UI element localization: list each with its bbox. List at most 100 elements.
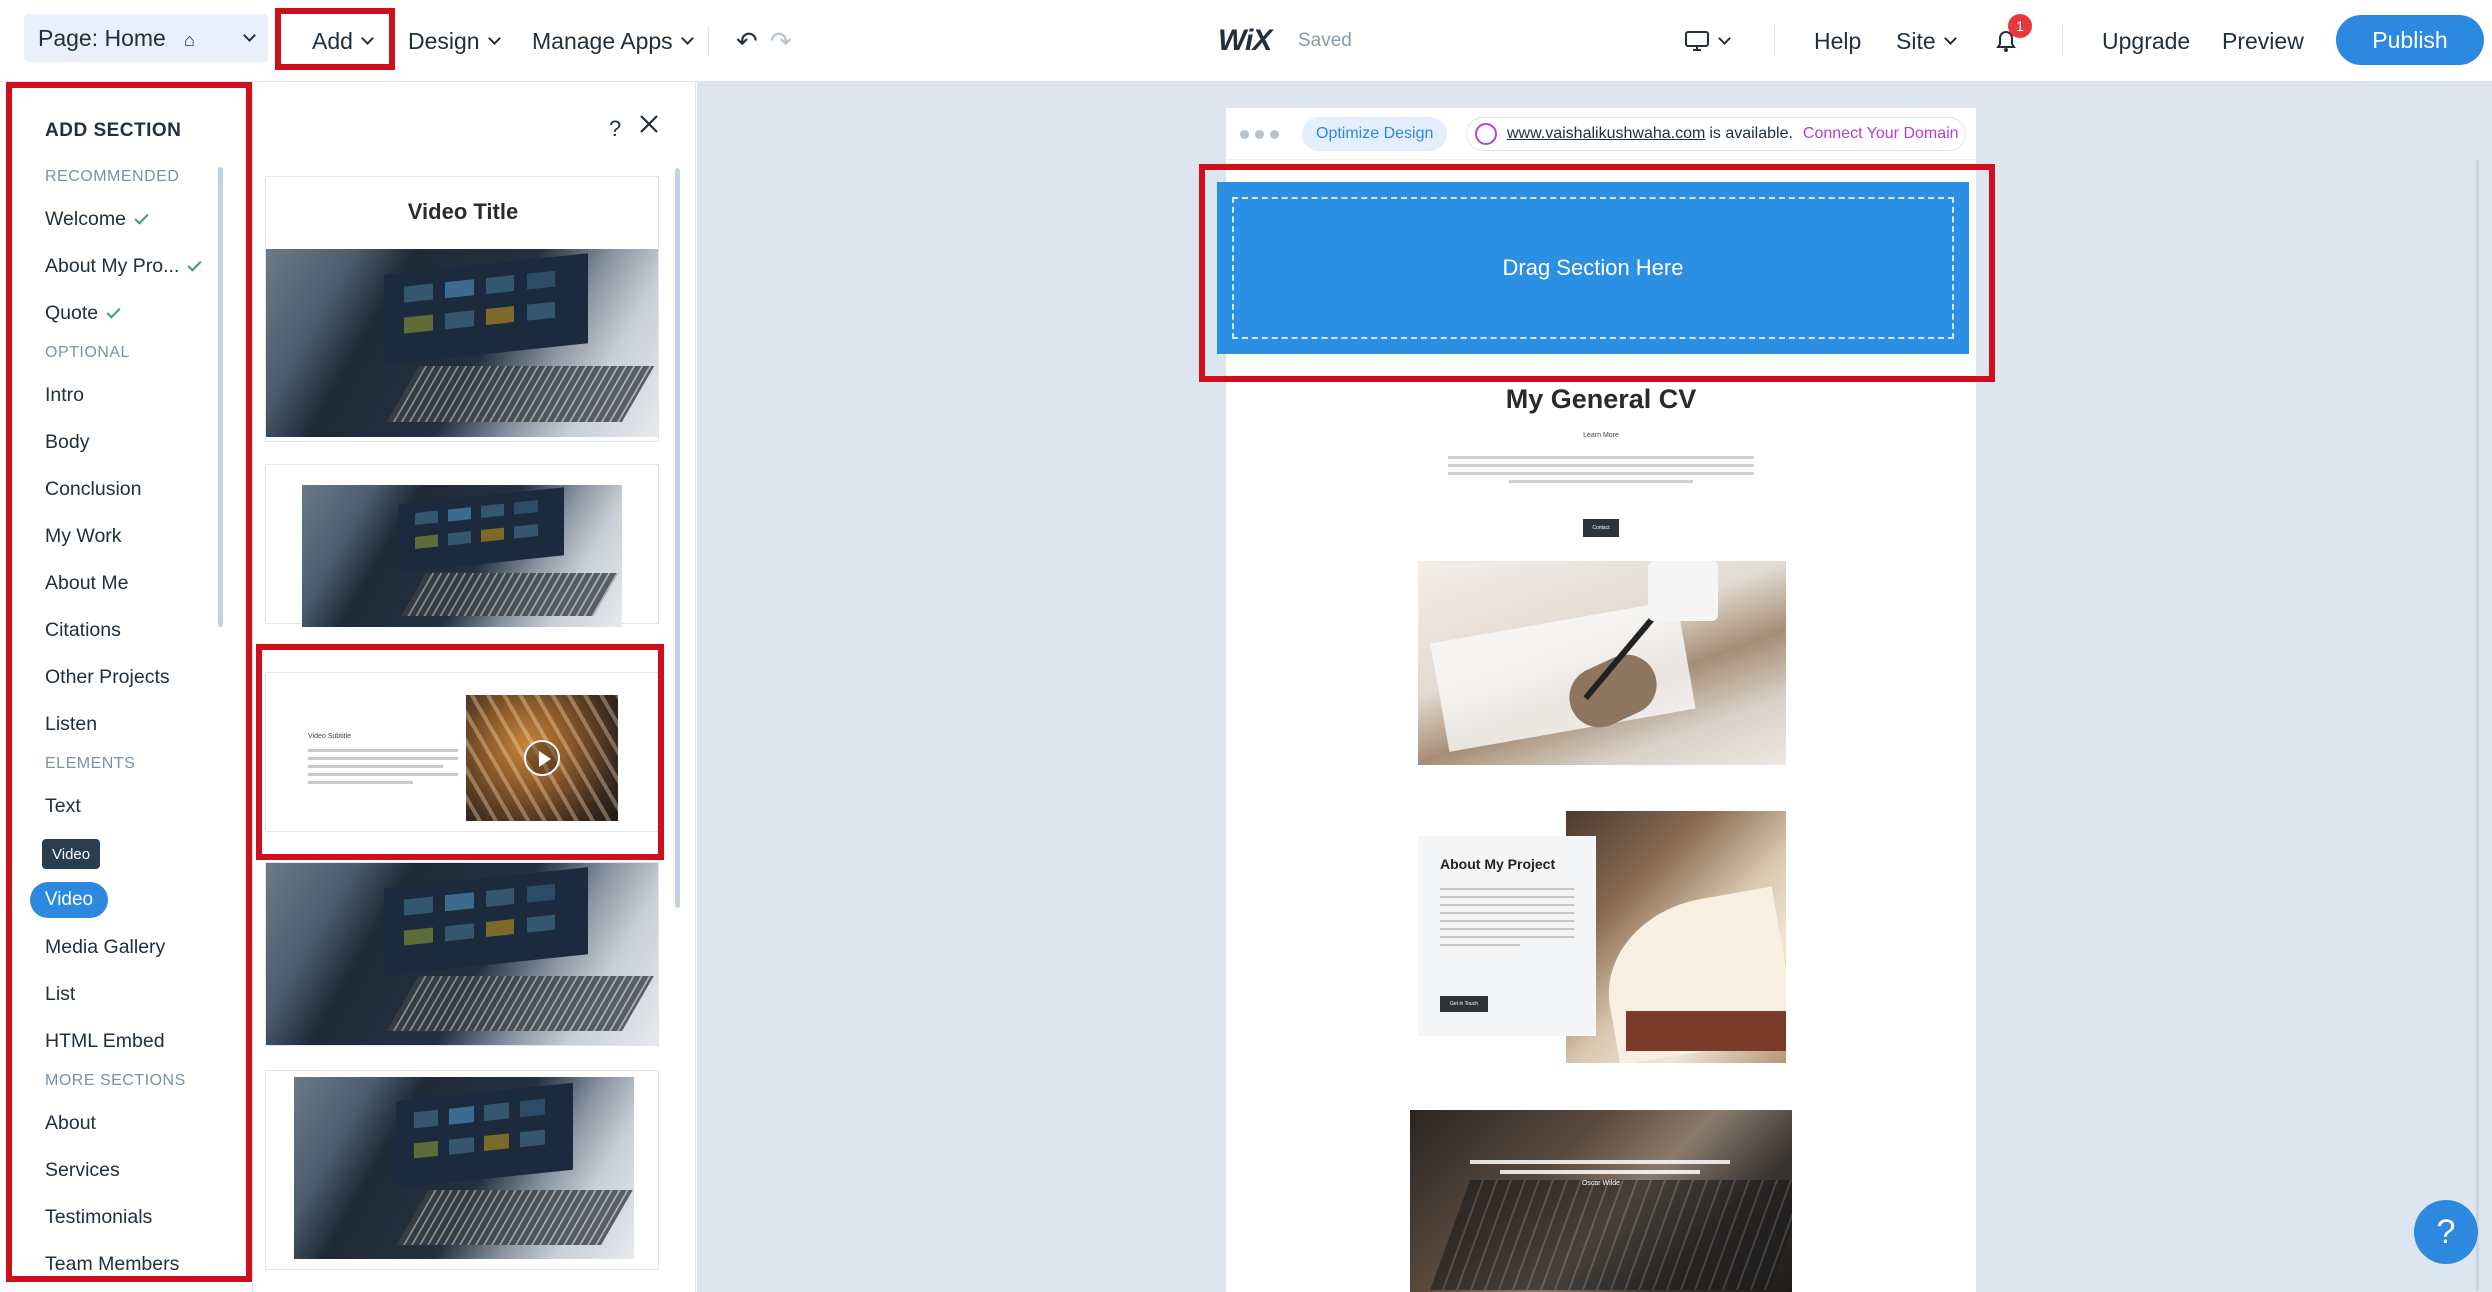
design-menu-label: Design bbox=[408, 27, 480, 54]
check-icon bbox=[187, 256, 202, 272]
nav-item-listen[interactable]: Listen bbox=[45, 713, 97, 736]
nav-item-about-my-project[interactable]: About My Pro... bbox=[45, 255, 202, 278]
chevron-down-icon bbox=[1718, 31, 1731, 45]
typing-keyboard-image: Oscar Wilde bbox=[1410, 1110, 1792, 1292]
video-section-thumbnail-3[interactable]: Video Subtitle bbox=[265, 672, 659, 832]
add-section-nav: ADD SECTION RECOMMENDED Welcome About My… bbox=[0, 82, 252, 1292]
project-paragraph-placeholder bbox=[1440, 888, 1574, 946]
nav-item-label: Welcome bbox=[45, 208, 126, 230]
add-menu-label: Add bbox=[312, 27, 353, 54]
preview-button[interactable]: Preview bbox=[2222, 22, 2304, 60]
help-icon[interactable]: ? bbox=[609, 116, 621, 142]
chevron-down-icon bbox=[361, 31, 374, 45]
thumbnails-scrollbar[interactable] bbox=[675, 168, 680, 908]
help-menu[interactable]: Help bbox=[1814, 22, 1861, 60]
video-section-thumbnail-4[interactable] bbox=[265, 862, 659, 1046]
window-dots bbox=[1240, 130, 1279, 139]
nav-scrollbar[interactable] bbox=[218, 167, 223, 627]
help-bubble-button[interactable]: ? bbox=[2414, 1200, 2478, 1264]
nav-item-conclusion[interactable]: Conclusion bbox=[45, 478, 141, 501]
optimize-design-button[interactable]: Optimize Design bbox=[1302, 117, 1448, 151]
undo-icon[interactable]: ↶ bbox=[736, 22, 758, 60]
group-optional: OPTIONAL bbox=[45, 344, 130, 361]
nav-item-my-work[interactable]: My Work bbox=[45, 525, 122, 548]
nav-item-services[interactable]: Services bbox=[45, 1159, 120, 1182]
site-menu[interactable]: Site bbox=[1896, 22, 1957, 60]
publish-button[interactable]: Publish bbox=[2336, 15, 2484, 65]
quote-author: Oscar Wilde bbox=[1581, 1180, 1621, 1187]
crosswalk-video-image bbox=[466, 695, 618, 821]
nav-item-quote[interactable]: Quote bbox=[45, 302, 121, 325]
check-icon bbox=[134, 209, 149, 225]
globe-icon bbox=[1475, 123, 1497, 145]
canvas-scrollbar[interactable] bbox=[2476, 160, 2479, 1290]
video-section-thumbnail-5[interactable] bbox=[265, 1070, 659, 1270]
site-heading: My General CV bbox=[1505, 384, 1697, 414]
site-menu-label: Site bbox=[1896, 27, 1936, 54]
site-domain-bar: Optimize Design www.vaishalikushwaha.com… bbox=[1226, 108, 1976, 160]
notification-badge: 1 bbox=[2008, 14, 2032, 38]
nav-item-body[interactable]: Body bbox=[45, 431, 89, 454]
video-tooltip: Video bbox=[42, 839, 101, 869]
nav-item-label: Quote bbox=[45, 302, 99, 324]
domain-link[interactable]: www.vaishalikushwaha.com bbox=[1507, 125, 1705, 143]
nav-item-other-projects[interactable]: Other Projects bbox=[45, 666, 170, 689]
laptop-image bbox=[266, 249, 658, 437]
divider bbox=[708, 26, 709, 56]
writing-hand-image bbox=[1418, 561, 1786, 765]
section-thumbnails-panel: ? Video Title Video Subtitle bbox=[252, 82, 696, 1292]
contact-button[interactable]: Contact bbox=[1583, 519, 1619, 537]
home-icon: ⌂ bbox=[184, 30, 195, 50]
play-icon bbox=[524, 740, 560, 776]
wix-logo: WiX bbox=[1218, 24, 1272, 57]
nav-item-media-gallery[interactable]: Media Gallery bbox=[45, 936, 165, 959]
description-placeholder bbox=[308, 749, 458, 784]
page-label: Page: Home bbox=[38, 24, 166, 51]
device-switcher[interactable] bbox=[1684, 22, 1731, 60]
upgrade-button[interactable]: Upgrade bbox=[2102, 22, 2190, 60]
manage-apps-label: Manage Apps bbox=[532, 27, 673, 54]
nav-item-intro[interactable]: Intro bbox=[45, 384, 84, 407]
drag-section-drop-zone[interactable]: Drag Section Here bbox=[1217, 182, 1969, 354]
video-section-thumbnail-1[interactable]: Video Title bbox=[265, 176, 659, 442]
laptop-image bbox=[266, 863, 658, 1045]
close-icon[interactable] bbox=[637, 112, 661, 141]
save-status: Saved bbox=[1298, 30, 1352, 51]
top-bar: Page: Home ⌂ Add Design Manage Apps ↶ ↷ … bbox=[0, 0, 2492, 82]
page-selector[interactable]: Page: Home ⌂ bbox=[24, 14, 268, 62]
chevron-down-icon bbox=[487, 31, 501, 45]
notifications-button[interactable]: 1 bbox=[1994, 14, 2032, 60]
check-icon bbox=[106, 303, 121, 319]
chevron-down-icon bbox=[680, 31, 694, 45]
laptop-image bbox=[294, 1077, 634, 1259]
redo-icon[interactable]: ↷ bbox=[770, 22, 792, 60]
chevron-down-icon bbox=[243, 28, 256, 42]
nav-item-list[interactable]: List bbox=[45, 983, 75, 1006]
group-elements: ELEMENTS bbox=[45, 755, 136, 772]
domain-available-text: is available. bbox=[1709, 125, 1793, 142]
desktop-icon bbox=[1685, 31, 1709, 51]
nav-item-citations[interactable]: Citations bbox=[45, 619, 121, 642]
video-section-thumbnail-2[interactable] bbox=[265, 464, 659, 627]
video-title-text: Video Title bbox=[407, 199, 519, 224]
open-book-image bbox=[1566, 811, 1786, 1063]
nav-item-testimonials[interactable]: Testimonials bbox=[45, 1206, 152, 1229]
nav-item-text[interactable]: Text bbox=[45, 795, 81, 818]
nav-item-html-embed[interactable]: HTML Embed bbox=[45, 1030, 165, 1053]
video-subtitle-text: Video Subtitle bbox=[308, 733, 352, 740]
drag-label: Drag Section Here bbox=[1502, 255, 1684, 280]
get-in-touch-button[interactable]: Get in Touch bbox=[1440, 996, 1488, 1012]
nav-item-video[interactable]: Video bbox=[30, 882, 108, 918]
nav-item-welcome[interactable]: Welcome bbox=[45, 208, 149, 231]
nav-item-team-members[interactable]: Team Members bbox=[45, 1253, 179, 1276]
add-menu[interactable]: Add bbox=[312, 22, 374, 60]
domain-banner: www.vaishalikushwaha.com is available. C… bbox=[1466, 117, 1966, 151]
group-recommended: RECOMMENDED bbox=[45, 168, 180, 185]
manage-apps-menu[interactable]: Manage Apps bbox=[532, 22, 694, 60]
learn-more-text: Learn More bbox=[1583, 432, 1619, 439]
intro-paragraph-placeholder bbox=[1448, 456, 1754, 483]
connect-domain-link[interactable]: Connect Your Domain bbox=[1803, 125, 1959, 143]
design-menu[interactable]: Design bbox=[408, 22, 501, 60]
nav-item-about-me[interactable]: About Me bbox=[45, 572, 128, 595]
nav-item-about[interactable]: About bbox=[45, 1112, 96, 1135]
